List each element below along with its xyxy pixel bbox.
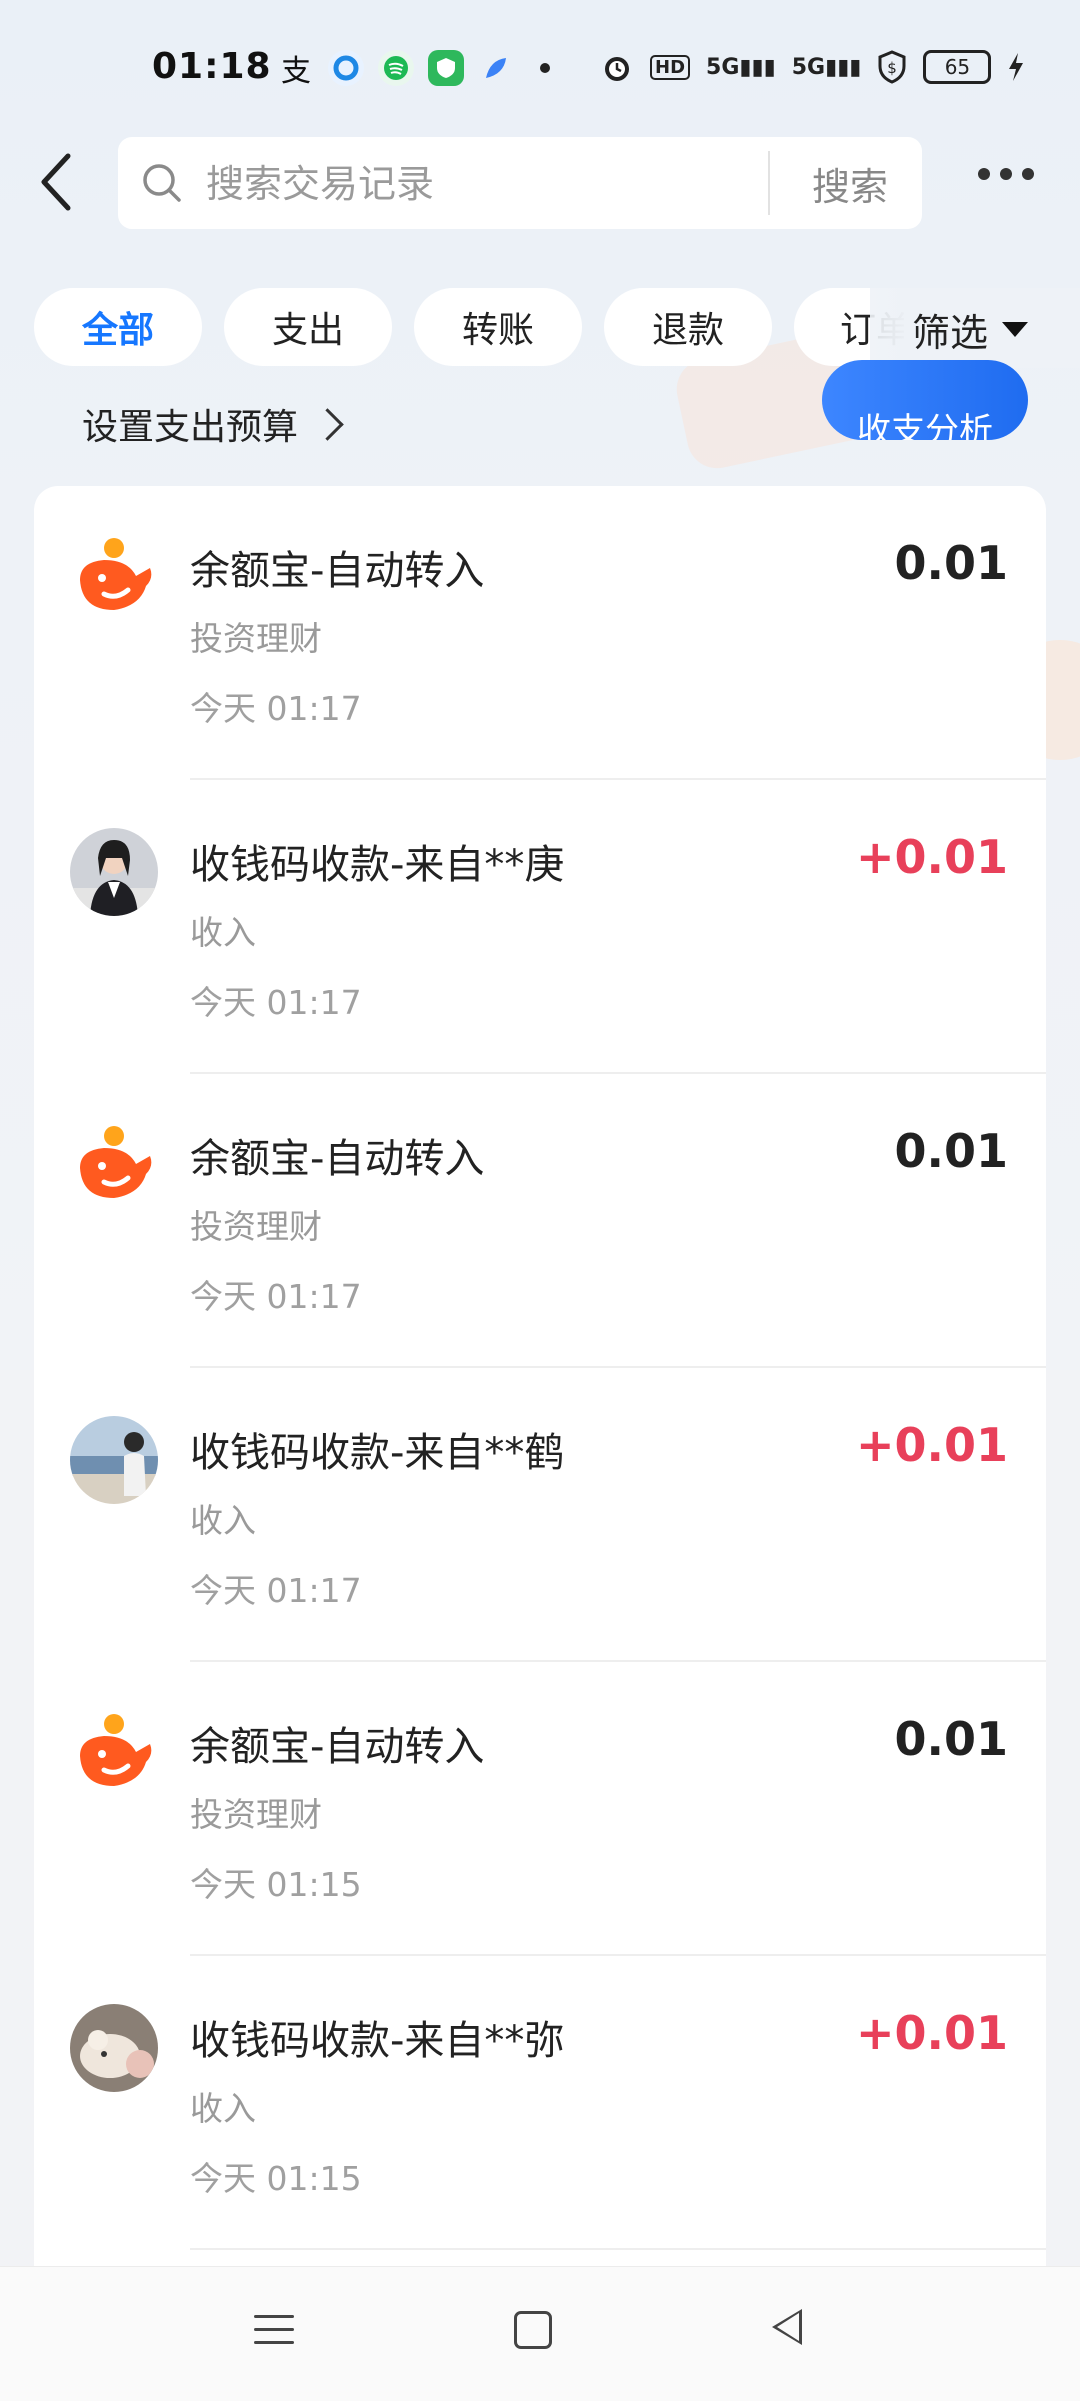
transaction-title: 余额宝-自动转入 [190,1724,485,1770]
triangle-down-icon [1002,322,1029,337]
set-budget-link[interactable]: 设置支出预算 [82,398,344,450]
transaction-row[interactable]: 收钱码收款-来自**鹤 收入 今天 01:17 +0.01 [34,1368,1046,1662]
browser-notification-icon [328,50,364,86]
budget-label: 设置支出预算 [82,407,299,448]
transaction-amount: +0.01 [855,2006,1008,2060]
status-time: 01:18 [152,46,272,87]
system-status-icons: HD 5G▮▮▮ 5G▮▮▮ $ 65 [600,50,1025,84]
filter-button[interactable]: 筛选 [912,302,1029,357]
transaction-amount: +0.01 [855,1418,1008,1472]
yuebao-logo-icon [70,534,158,622]
battery-icon: 65 [923,50,992,84]
chip-expense[interactable]: 支出 [224,288,392,366]
signal-5g-icon-2: 5G▮▮▮ [791,54,862,80]
user-avatar-woman-suit [70,828,158,916]
shield-dollar-icon: $ [878,50,906,84]
transaction-time: 今天 01:15 [190,2159,362,2198]
transaction-row[interactable]: 余额宝-自动转入 投资理财 今天 01:17 0.01 [34,486,1046,780]
transaction-title: 收钱码收款-来自**弥 [190,2018,565,2064]
chevron-right-icon [311,407,344,441]
analysis-button-label: 收支分析 [857,411,993,440]
transaction-row[interactable]: 收钱码收款-来自**庚 收入 今天 01:17 +0.01 [34,780,1046,1074]
filter-label: 筛选 [912,311,989,355]
search-bar: 搜索 [118,137,922,229]
transaction-title: 收钱码收款-来自**庚 [190,842,565,888]
security-notification-icon [428,50,464,86]
transaction-time: 今天 01:17 [190,983,362,1022]
row-divider [190,2248,1046,2250]
signal-5g-icon: 5G▮▮▮ [706,54,776,80]
back-chevron-icon[interactable] [34,150,78,214]
search-icon [143,164,181,202]
more-notifications-dot-icon [540,63,550,73]
more-options-icon[interactable] [978,168,1034,180]
svg-text:$: $ [888,59,898,77]
transaction-row[interactable]: 余额宝-自动转入 投资理财 今天 01:17 0.01 [34,1074,1046,1368]
transaction-amount: 0.01 [894,1712,1009,1766]
chip-all[interactable]: 全部 [34,288,202,366]
transaction-row[interactable]: 收钱码收款-来自**弥 收入 今天 01:15 +0.01 [34,1956,1046,2250]
search-button[interactable]: 搜索 [778,137,922,229]
transaction-time: 今天 01:17 [190,1277,362,1316]
yuebao-logo-icon [70,1122,158,1210]
yuebao-logo-icon [70,1710,158,1798]
transaction-amount: 0.01 [894,1124,1009,1178]
alipay-notification-icon: 支 [281,54,311,89]
charging-bolt-icon [1009,53,1024,81]
transaction-category: 收入 [190,2089,256,2128]
recent-apps-icon[interactable] [254,2315,294,2354]
transaction-amount: 0.01 [894,536,1009,590]
transaction-time: 今天 01:17 [190,1571,362,1610]
transaction-amount: +0.01 [855,830,1008,884]
search-input[interactable] [204,159,788,209]
transaction-list: 余额宝-自动转入 投资理财 今天 01:17 0.01 收钱码收款-来自**庚 … [34,486,1046,2266]
transaction-category: 收入 [190,1501,256,1540]
transaction-title: 收钱码收款-来自**鹤 [190,1430,565,1476]
back-triangle-inner [777,2313,799,2341]
transaction-category: 投资理财 [190,1207,322,1246]
transaction-category: 收入 [190,913,256,952]
transaction-time: 今天 01:17 [190,689,362,728]
chip-transfer[interactable]: 转账 [414,288,582,366]
transaction-title: 余额宝-自动转入 [190,1136,485,1182]
user-avatar-plush [70,2004,158,2092]
transaction-row[interactable]: 余额宝-自动转入 投资理财 今天 01:15 0.01 [34,1662,1046,1956]
hd-icon: HD [650,54,691,80]
transaction-title: 余额宝-自动转入 [190,548,485,594]
transaction-category: 投资理财 [190,619,322,658]
transaction-category: 投资理财 [190,1795,322,1834]
system-navigation-bar [0,2266,1080,2401]
search-divider [768,151,770,215]
home-icon[interactable] [514,2311,552,2349]
income-expense-analysis-button[interactable]: 收支分析 [822,360,1028,440]
notification-icons: 支 [278,50,562,89]
transaction-time: 今天 01:15 [190,1865,362,1904]
chip-refund[interactable]: 退款 [604,288,772,366]
music-notification-icon [378,50,414,86]
user-avatar-beach [70,1416,158,1504]
feather-notification-icon [478,50,514,86]
alarm-icon [605,57,629,81]
filter-chip-row: 全部 支出 转账 退款 订单 [34,288,904,368]
status-bar: 01:18 支 HD 5G▮▮▮ 5G▮▮▮ $ 65 [0,0,1080,140]
